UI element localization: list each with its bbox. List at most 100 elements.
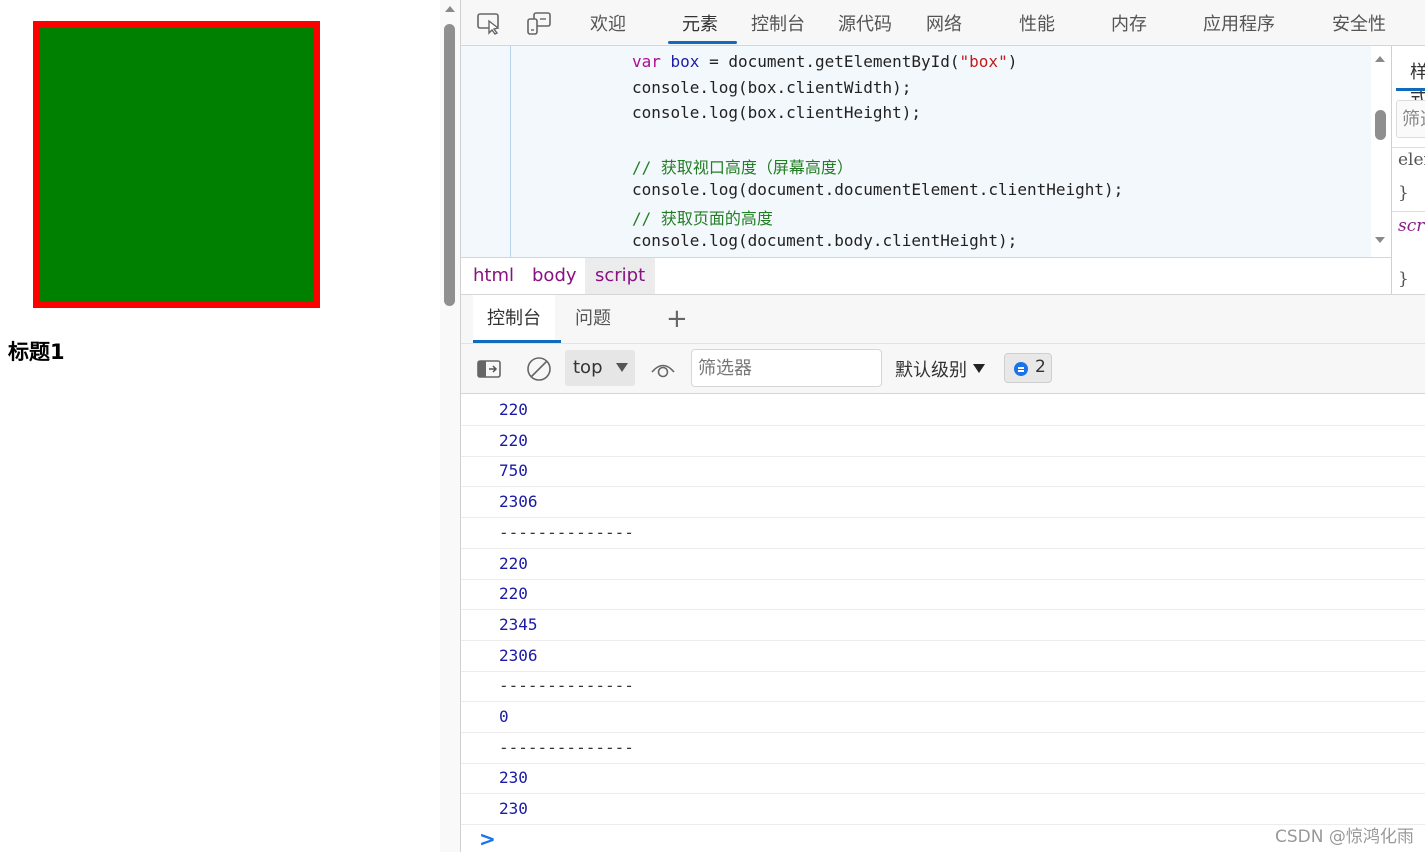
- style-rule-selector[interactable]: script {: [1398, 216, 1425, 236]
- code-token: var: [632, 52, 671, 71]
- inspect-element-icon[interactable]: [476, 11, 502, 35]
- console-message-text: --------------: [499, 737, 634, 757]
- live-expression-eye-icon[interactable]: [650, 356, 676, 382]
- tab-security[interactable]: 安全性: [1332, 10, 1386, 36]
- console-message[interactable]: 220: [461, 426, 1425, 457]
- drawer-tab-issues[interactable]: 问题: [561, 295, 625, 343]
- console-message[interactable]: 230: [461, 794, 1425, 826]
- watermark: CSDN @惊鸿化雨: [1275, 827, 1414, 847]
- tab-network[interactable]: 网络: [926, 10, 962, 36]
- code-token: console.log(box.clientWidth);: [632, 78, 912, 97]
- console-prompt-icon[interactable]: >: [479, 827, 496, 851]
- console-message-text: --------------: [499, 522, 634, 542]
- page-scrollbar[interactable]: [440, 0, 460, 852]
- breadcrumb-script[interactable]: script: [585, 258, 656, 294]
- context-selector[interactable]: top: [565, 350, 635, 386]
- console-output[interactable]: 220 220 750 2306 -------------- 220 220 2345 230…: [461, 395, 1425, 852]
- styles-panel: 样式 筛选 element.style { } script { }: [1391, 46, 1425, 294]
- console-message-text: 2306: [499, 645, 538, 665]
- console-message[interactable]: 230: [461, 763, 1425, 795]
- tab-elements[interactable]: 元素: [682, 10, 718, 36]
- console-message[interactable]: 2306: [461, 641, 1425, 672]
- tab-performance[interactable]: 性能: [1019, 10, 1055, 36]
- console-message-text: 0: [499, 707, 509, 726]
- breadcrumb-body[interactable]: body: [522, 258, 587, 294]
- console-message-text: --------------: [499, 676, 634, 696]
- console-message-text: 230: [499, 768, 528, 788]
- code-line: // 获取视口高度（屏幕高度）: [632, 154, 853, 178]
- console-message[interactable]: --------------: [461, 733, 1425, 764]
- box-element: [33, 21, 320, 308]
- tab-memory[interactable]: 内存: [1111, 10, 1147, 36]
- active-tab-indicator: [1396, 88, 1425, 91]
- code-token: console.log(document.documentElement.cli…: [632, 180, 1124, 199]
- code-token: ): [1007, 52, 1018, 71]
- tab-sources[interactable]: 源代码: [838, 10, 892, 36]
- page-heading: 标题1: [8, 340, 65, 364]
- styles-filter-input[interactable]: 筛选: [1396, 100, 1425, 138]
- devtools-panel: 欢迎 元素 控制台 源代码 网络 性能 内存 应用程序 安全性 var box …: [460, 0, 1425, 852]
- code-token: // 获取视口高度（屏幕高度）: [632, 158, 853, 177]
- code-line: var box = document.getElementById("box"): [632, 52, 1017, 71]
- style-rule-selector[interactable]: element.style {: [1398, 150, 1425, 170]
- scroll-down-arrow-icon[interactable]: [1375, 237, 1385, 243]
- source-scrollbar[interactable]: [1371, 46, 1391, 257]
- tab-welcome[interactable]: 欢迎: [590, 10, 626, 36]
- console-toolbar: top 默认级别 2: [461, 344, 1425, 394]
- console-message-text: 220: [499, 430, 528, 450]
- code-line: console.log(document.body.clientHeight);: [632, 231, 1017, 250]
- scroll-up-arrow-icon[interactable]: [1375, 56, 1385, 62]
- console-message-text: 2345: [499, 614, 538, 634]
- device-emulation-icon[interactable]: [526, 11, 552, 35]
- log-level-label: 默认级别: [895, 360, 967, 381]
- console-message[interactable]: 2306: [461, 487, 1425, 519]
- scrollbar-thumb[interactable]: [444, 24, 455, 306]
- console-message-text: 220: [499, 553, 528, 573]
- console-message-text: 750: [499, 461, 528, 481]
- console-message-text: 2306: [499, 492, 538, 512]
- active-tab-indicator: [473, 340, 561, 343]
- tab-application[interactable]: 应用程序: [1203, 10, 1275, 36]
- code-token: = document.getElementById(: [699, 52, 960, 71]
- style-rule-close: }: [1398, 183, 1409, 203]
- log-level-dropdown[interactable]: 默认级别: [895, 356, 985, 382]
- console-message-text: 220: [499, 584, 528, 604]
- chevron-down-icon: [973, 364, 985, 373]
- console-message[interactable]: --------------: [461, 671, 1425, 703]
- console-message[interactable]: 220: [461, 549, 1425, 580]
- chevron-down-icon: [616, 363, 628, 372]
- code-line: console.log(box.clientWidth);: [632, 78, 911, 97]
- console-message[interactable]: 220: [461, 579, 1425, 611]
- drawer-tab-console[interactable]: 控制台: [473, 295, 555, 343]
- toggle-sidebar-icon[interactable]: [476, 356, 502, 382]
- message-icon: [1014, 362, 1028, 376]
- issues-count: 2: [1035, 357, 1046, 377]
- issues-counter-button[interactable]: 2: [1004, 353, 1052, 383]
- devtools-tab-bar: 欢迎 元素 控制台 源代码 网络 性能 内存 应用程序 安全性: [461, 0, 1425, 46]
- add-tab-icon[interactable]: +: [666, 306, 688, 332]
- drawer-tab-bar: 控制台 问题 +: [461, 294, 1425, 344]
- code-token: box: [670, 52, 700, 71]
- console-message-text: 230: [499, 799, 528, 819]
- code-line: console.log(document.documentElement.cli…: [632, 180, 1123, 199]
- console-message[interactable]: --------------: [461, 518, 1425, 549]
- screen: 标题1 欢迎 元素 控制台 源代码 网络 性能 内存 应用程序 安全性 var …: [0, 0, 1425, 852]
- active-tab-indicator: [668, 41, 737, 44]
- console-message-text: 220: [499, 400, 528, 419]
- console-message[interactable]: 0: [461, 702, 1425, 733]
- breadcrumb-html[interactable]: html: [463, 258, 524, 294]
- page-viewport: 标题1: [0, 0, 440, 852]
- console-message[interactable]: 2345: [461, 610, 1425, 641]
- code-token: console.log(box.clientHeight);: [632, 103, 921, 122]
- source-code-view[interactable]: var box = document.getElementById("box")…: [461, 46, 1371, 257]
- style-rule-close: }: [1398, 269, 1409, 289]
- console-message[interactable]: 220: [461, 395, 1425, 426]
- console-message[interactable]: 750: [461, 456, 1425, 488]
- clear-console-icon[interactable]: [526, 356, 552, 382]
- scrollbar-thumb[interactable]: [1375, 110, 1386, 140]
- context-selector-label: top: [573, 357, 603, 378]
- code-token: // 获取页面的高度: [632, 209, 773, 228]
- scroll-up-arrow-icon[interactable]: [445, 6, 455, 12]
- tab-console[interactable]: 控制台: [751, 10, 805, 36]
- console-filter-input[interactable]: [691, 349, 882, 387]
